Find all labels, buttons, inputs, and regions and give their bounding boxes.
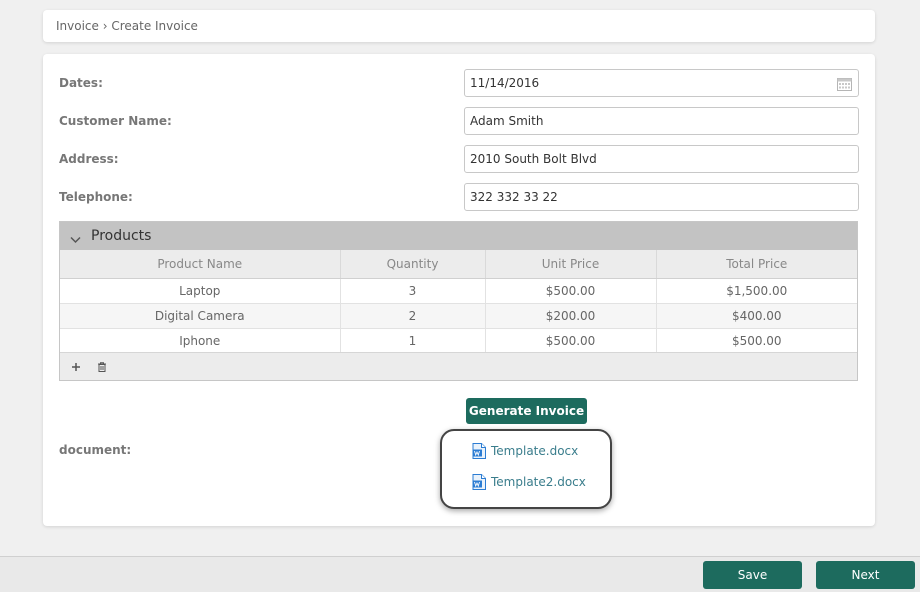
unit-price-cell[interactable]: $500.00: [485, 328, 657, 354]
invoice-form: Dates: Customer Name: Address: Telephone…: [43, 54, 875, 526]
trash-icon[interactable]: [96, 361, 108, 373]
products-table: Product Name Quantity Unit Price Total P…: [60, 250, 857, 354]
quantity-cell[interactable]: 3: [340, 278, 486, 304]
telephone-input[interactable]: [464, 183, 859, 211]
product-name-cell[interactable]: Digital Camera: [60, 303, 341, 329]
column-header-total-price[interactable]: Total Price: [656, 250, 857, 279]
product-name-cell[interactable]: Iphone: [60, 328, 341, 354]
grid-toolbar: [60, 352, 857, 380]
document-link-label: Template2.docx: [491, 475, 586, 489]
calendar-icon[interactable]: [837, 76, 852, 91]
column-header-unit-price[interactable]: Unit Price: [485, 250, 657, 279]
products-grid: Products Product Name Quantity Unit Pric…: [59, 221, 858, 381]
document-list: Template.docx Template2.docx: [440, 429, 612, 509]
table-row[interactable]: Laptop 3 $500.00 $1,500.00: [60, 278, 857, 304]
document-link-template2[interactable]: Template2.docx: [472, 474, 586, 490]
customer-name-input[interactable]: [464, 107, 859, 135]
unit-price-cell[interactable]: $200.00: [485, 303, 657, 329]
breadcrumb-text: Invoice › Create Invoice: [56, 19, 198, 33]
word-document-icon: [472, 443, 486, 459]
total-price-cell[interactable]: $1,500.00: [656, 278, 857, 304]
customer-name-label: Customer Name:: [59, 114, 172, 128]
breadcrumb: Invoice › Create Invoice: [43, 10, 875, 42]
table-row[interactable]: Digital Camera 2 $200.00 $400.00: [60, 303, 857, 329]
generate-invoice-button[interactable]: Generate Invoice: [466, 398, 587, 424]
quantity-cell[interactable]: 1: [340, 328, 486, 354]
save-button[interactable]: Save: [703, 561, 802, 589]
quantity-cell[interactable]: 2: [340, 303, 486, 329]
footer-bar: Save Next: [0, 556, 920, 592]
next-button[interactable]: Next: [816, 561, 915, 589]
column-header-quantity[interactable]: Quantity: [340, 250, 486, 279]
table-row[interactable]: Iphone 1 $500.00 $500.00: [60, 328, 857, 354]
dates-input[interactable]: [464, 69, 859, 97]
plus-icon[interactable]: [70, 361, 82, 373]
products-grid-header[interactable]: Products: [60, 222, 857, 250]
total-price-cell[interactable]: $500.00: [656, 328, 857, 354]
document-label: document:: [59, 443, 132, 457]
unit-price-cell[interactable]: $500.00: [485, 278, 657, 304]
column-header-product-name[interactable]: Product Name: [60, 250, 341, 279]
document-link-label: Template.docx: [491, 444, 579, 458]
address-input[interactable]: [464, 145, 859, 173]
word-document-icon: [472, 474, 486, 490]
dates-label: Dates:: [59, 76, 103, 90]
total-price-cell[interactable]: $400.00: [656, 303, 857, 329]
product-name-cell[interactable]: Laptop: [60, 278, 341, 304]
telephone-label: Telephone:: [59, 190, 133, 204]
address-label: Address:: [59, 152, 119, 166]
products-title: Products: [91, 228, 152, 244]
chevron-down-icon[interactable]: [70, 232, 81, 244]
document-link-template[interactable]: Template.docx: [472, 443, 578, 459]
